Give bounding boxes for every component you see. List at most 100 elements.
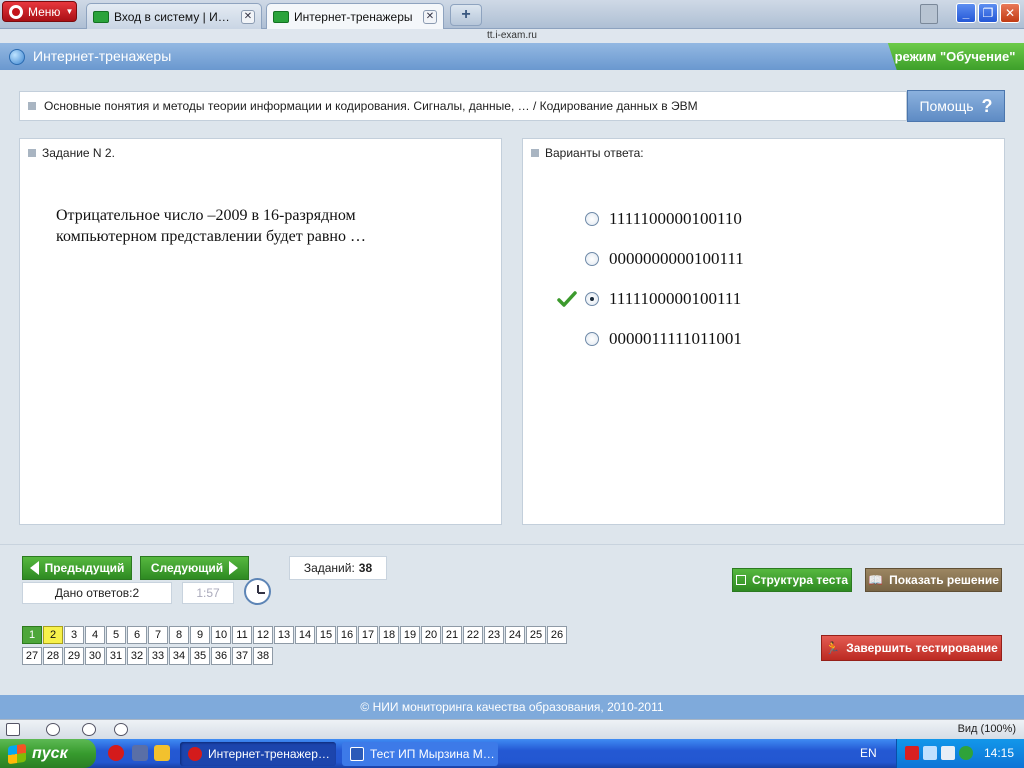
task-cell[interactable]: 30 <box>85 647 105 665</box>
next-label: Следующий <box>150 561 224 575</box>
task-cell[interactable]: 20 <box>421 626 441 644</box>
answered-count-box: Дано ответов: 2 <box>22 582 172 604</box>
bullet-icon <box>28 149 36 157</box>
sync-icon[interactable] <box>46 723 60 736</box>
word-icon <box>350 747 364 761</box>
task-cell[interactable]: 11 <box>232 626 252 644</box>
task-cell[interactable]: 33 <box>148 647 168 665</box>
taskbar-item-word[interactable]: Тест ИП Мырзина М… <box>342 742 498 766</box>
antivirus-icon[interactable] <box>905 746 919 760</box>
radio-button[interactable] <box>585 292 599 306</box>
taskbar-item-label: Тест ИП Мырзина М… <box>370 747 495 761</box>
test-structure-button[interactable]: Структура теста <box>732 568 852 592</box>
task-cell[interactable]: 1 <box>22 626 42 644</box>
task-cell[interactable]: 2 <box>43 626 63 644</box>
task-cell[interactable]: 18 <box>379 626 399 644</box>
prev-button[interactable]: Предыдущий <box>22 556 132 580</box>
network-icon[interactable] <box>923 746 937 760</box>
zoom-level[interactable]: Вид (100%) <box>958 723 1016 735</box>
question-mark-icon: ? <box>981 95 993 116</box>
answer-option[interactable]: 0000011111011001 <box>523 319 1004 359</box>
task-cell[interactable]: 24 <box>505 626 525 644</box>
answer-value[interactable]: 0000011111011001 <box>609 329 742 349</box>
task-cell[interactable]: 3 <box>64 626 84 644</box>
task-cell[interactable]: 31 <box>106 647 126 665</box>
usb-icon[interactable] <box>941 746 955 760</box>
task-cell[interactable]: 8 <box>169 626 189 644</box>
tab-login[interactable]: Вход в систему | Интер… ✕ <box>86 3 262 29</box>
task-cell[interactable]: 17 <box>358 626 378 644</box>
answer-value[interactable]: 1111100000100110 <box>609 209 742 229</box>
task-cell[interactable]: 32 <box>127 647 147 665</box>
finish-test-button[interactable]: 🏃 Завершить тестирование <box>821 635 1002 661</box>
timer-display: 1:57 <box>182 582 234 604</box>
mode-badge: режим "Обучение" <box>887 43 1024 70</box>
task-cell[interactable]: 9 <box>190 626 210 644</box>
answer-list: 1111100000100110 0000000000100111 111110… <box>523 199 1004 359</box>
start-button[interactable]: пуск <box>0 739 96 768</box>
show-solution-button[interactable]: 📖 Показать решение <box>865 568 1002 592</box>
new-tab-button[interactable]: + <box>450 4 482 26</box>
answer-value[interactable]: 1111100000100111 <box>609 289 741 309</box>
answer-option[interactable]: 1111100000100111 <box>523 279 1004 319</box>
task-cell[interactable]: 27 <box>22 647 42 665</box>
task-cell[interactable]: 6 <box>127 626 147 644</box>
clock-app-icon[interactable] <box>154 745 170 761</box>
tasks-label: Заданий: <box>303 561 355 575</box>
radio-button[interactable] <box>585 212 599 226</box>
task-cell[interactable]: 13 <box>274 626 294 644</box>
finish-label: Завершить тестирование <box>846 641 998 655</box>
turbo-icon[interactable] <box>114 723 128 736</box>
task-cell[interactable]: 36 <box>211 647 231 665</box>
task-cell[interactable]: 23 <box>484 626 504 644</box>
tab-close-icon[interactable]: ✕ <box>423 9 437 24</box>
task-cell[interactable]: 16 <box>337 626 357 644</box>
task-cell[interactable]: 10 <box>211 626 231 644</box>
opera-menu-button[interactable]: Меню ▼ <box>2 1 77 22</box>
panel-toggle-icon[interactable] <box>6 723 20 736</box>
language-indicator[interactable]: EN <box>860 746 877 760</box>
task-cell[interactable]: 26 <box>547 626 567 644</box>
save-icon[interactable] <box>132 745 148 761</box>
trash-icon[interactable] <box>920 4 938 24</box>
minimize-button[interactable]: _ <box>956 3 976 23</box>
task-cell[interactable]: 15 <box>316 626 336 644</box>
answer-value[interactable]: 0000000000100111 <box>609 249 744 269</box>
task-cell[interactable]: 7 <box>148 626 168 644</box>
tab-title: Интернет-тренажеры <box>294 9 413 24</box>
task-cell[interactable]: 38 <box>253 647 273 665</box>
answer-option[interactable]: 1111100000100110 <box>523 199 1004 239</box>
taskbar-item-opera[interactable]: Интернет-тренажер… <box>180 742 336 766</box>
task-cell[interactable]: 19 <box>400 626 420 644</box>
radio-button[interactable] <box>585 252 599 266</box>
prev-label: Предыдущий <box>44 561 125 575</box>
task-cell[interactable]: 4 <box>85 626 105 644</box>
help-button[interactable]: Помощь ? <box>907 90 1005 122</box>
task-cell[interactable]: 34 <box>169 647 189 665</box>
task-cell[interactable]: 29 <box>64 647 84 665</box>
task-cell[interactable]: 5 <box>106 626 126 644</box>
task-cell[interactable]: 21 <box>442 626 462 644</box>
tab-trainers[interactable]: Интернет-тренажеры ✕ <box>266 3 444 29</box>
arrow-right-icon <box>229 561 239 575</box>
answer-option[interactable]: 0000000000100111 <box>523 239 1004 279</box>
task-cell[interactable]: 37 <box>232 647 252 665</box>
radio-button[interactable] <box>585 332 599 346</box>
task-cell[interactable]: 28 <box>43 647 63 665</box>
clock-icon <box>244 578 271 605</box>
unite-icon[interactable] <box>82 723 96 736</box>
maximize-button[interactable]: ❐ <box>978 3 998 23</box>
task-cell[interactable]: 22 <box>463 626 483 644</box>
answers-header: Варианты ответа: <box>531 146 644 160</box>
breadcrumb-text: Основные понятия и методы теории информа… <box>44 99 698 113</box>
task-cell[interactable]: 25 <box>526 626 546 644</box>
next-button[interactable]: Следующий <box>140 556 249 580</box>
close-window-button[interactable]: ✕ <box>1000 3 1020 23</box>
opera-icon[interactable] <box>108 745 124 761</box>
task-cell[interactable]: 14 <box>295 626 315 644</box>
windows-taskbar: пуск Интернет-тренажер… Тест ИП Мырзина … <box>0 739 1024 768</box>
task-cell[interactable]: 35 <box>190 647 210 665</box>
tab-close-icon[interactable]: ✕ <box>241 9 255 24</box>
task-cell[interactable]: 12 <box>253 626 273 644</box>
update-icon[interactable] <box>959 746 973 760</box>
